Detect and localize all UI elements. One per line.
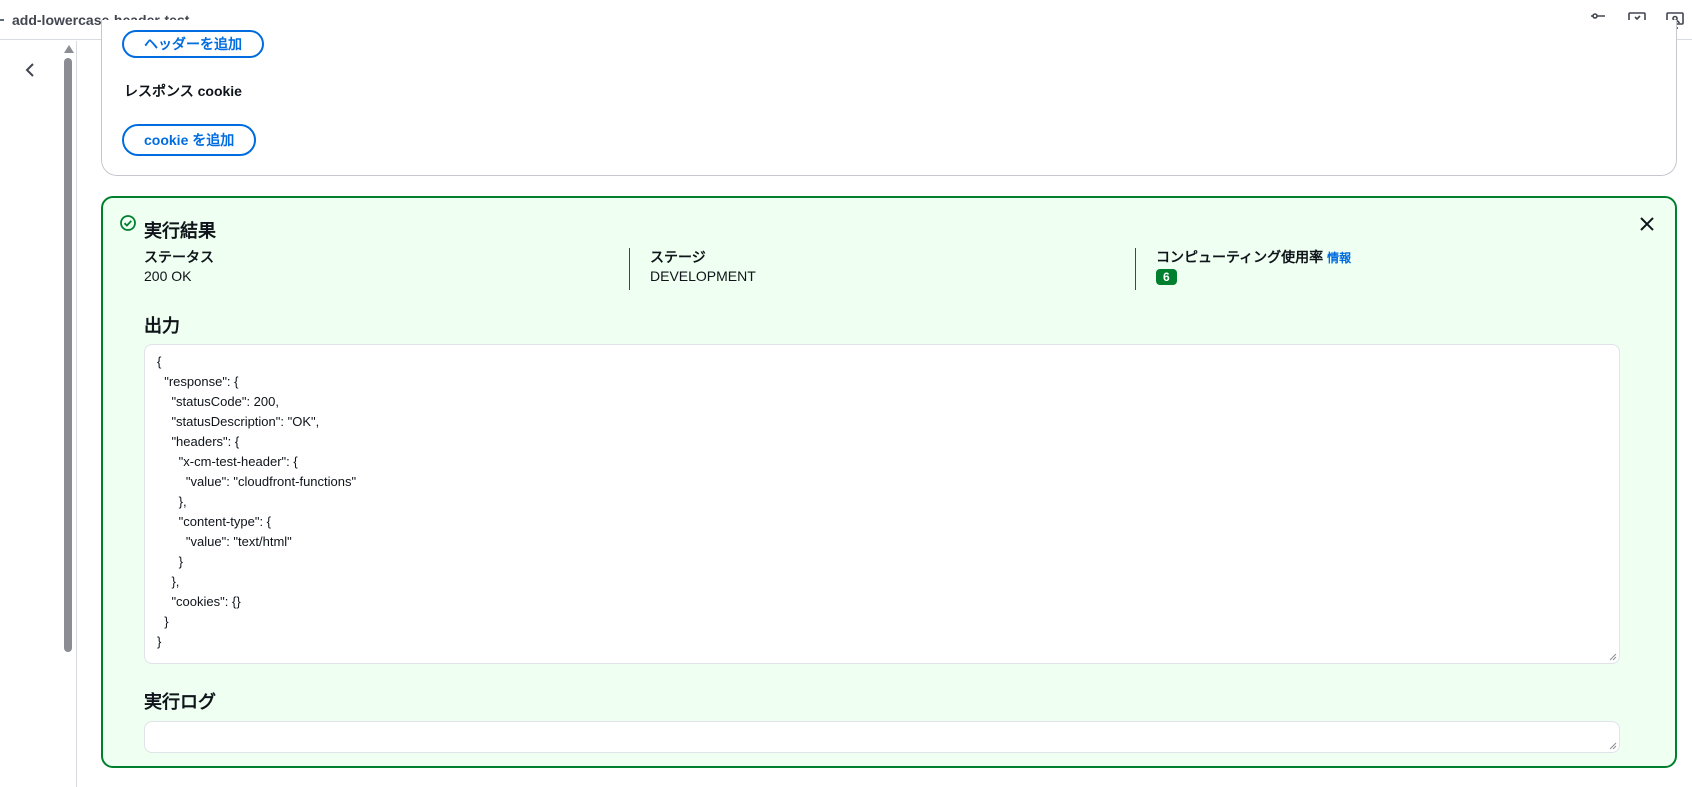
log-heading: 実行ログ [144, 692, 216, 712]
chevron-left-icon[interactable] [22, 61, 40, 79]
check-circle-icon [119, 214, 137, 232]
status-field: ステータス 200 OK [144, 248, 214, 286]
response-settings-card: ヘッダーを追加 レスポンス cookie cookie を追加 [101, 20, 1677, 176]
stage-field: ステージ DEVELOPMENT [650, 248, 756, 286]
response-cookie-label: レスポンス cookie [124, 83, 242, 99]
add-header-button[interactable]: ヘッダーを追加 [122, 30, 264, 58]
resize-grip-icon[interactable] [1609, 653, 1617, 661]
close-icon[interactable] [1638, 215, 1656, 233]
info-link[interactable]: 情報 [1327, 251, 1351, 265]
execution-log-textarea[interactable] [144, 721, 1620, 753]
back-edge-icon [0, 19, 4, 21]
scroll-up-arrow-icon[interactable] [64, 45, 74, 53]
resize-grip-icon[interactable] [1609, 742, 1617, 750]
status-label: ステータス [144, 249, 214, 265]
scrollbar-thumb[interactable] [64, 58, 72, 652]
add-cookie-button[interactable]: cookie を追加 [122, 124, 257, 156]
output-textarea[interactable]: { "response": { "statusCode": 200, "stat… [144, 344, 1620, 664]
column-divider [629, 248, 630, 290]
scrollbar[interactable] [62, 41, 74, 787]
compute-utilization-label: コンピューティング使用率 [1156, 249, 1324, 265]
output-text: { "response": { "statusCode": 200, "stat… [157, 354, 357, 649]
compute-utilization-badge: 6 [1156, 269, 1177, 285]
compute-utilization-field: コンピューティング使用率 情報 6 [1156, 248, 1351, 286]
status-value: 200 OK [144, 268, 192, 284]
stage-label: ステージ [650, 249, 706, 265]
column-divider [1135, 248, 1136, 290]
execution-result-panel: 実行結果 ステータス 200 OK ステージ DEVELOPMENT コンピュー… [101, 196, 1677, 768]
output-heading: 出力 [144, 316, 180, 336]
stage-value: DEVELOPMENT [650, 268, 756, 284]
result-heading: 実行結果 [144, 221, 216, 241]
